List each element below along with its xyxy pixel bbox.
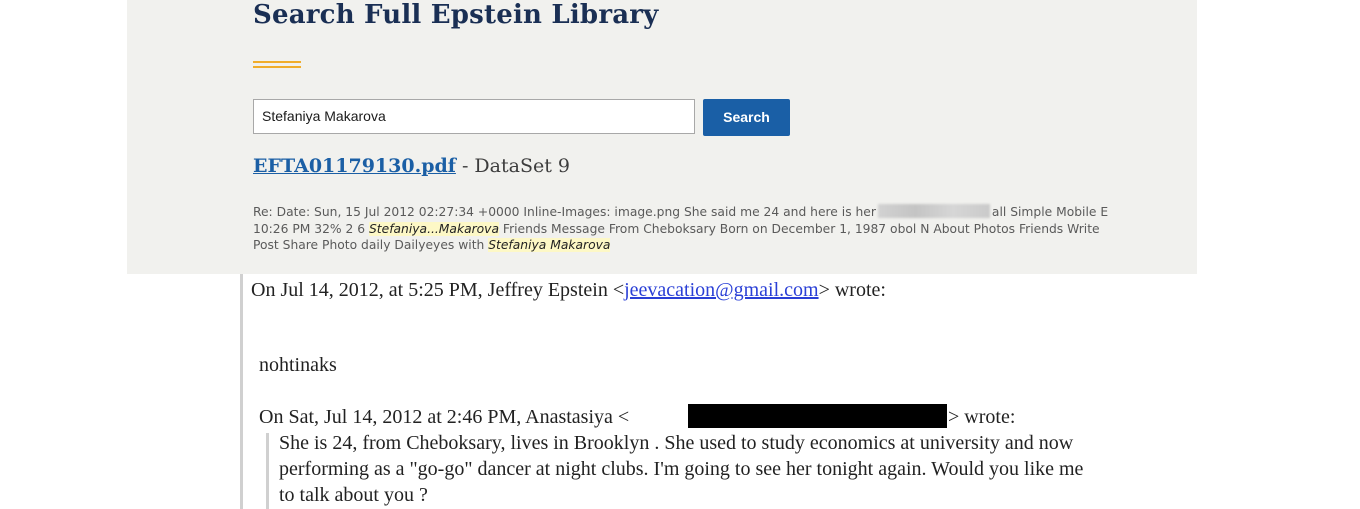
email-reply-text: nohtinaks bbox=[259, 354, 337, 376]
search-panel: Search Full Epstein Library Stefaniya Ma… bbox=[127, 0, 1197, 274]
quote-bar-outer bbox=[240, 274, 243, 509]
snippet-highlight-1: Stefaniya...Makarova bbox=[369, 221, 499, 236]
quote-header-prefix: On Sat, Jul 14, 2012 at 2:46 PM, Anastas… bbox=[259, 406, 630, 428]
snippet-highlight-2: Stefaniya Makarova bbox=[488, 238, 611, 252]
email-header-prefix: On Jul 14, 2012, at 5:25 PM, Jeffrey Eps… bbox=[251, 279, 625, 301]
result-file-link[interactable]: EFTA01179130.pdf bbox=[253, 155, 456, 177]
redaction-block bbox=[688, 404, 947, 428]
search-result-title: EFTA01179130.pdf - DataSet 9 bbox=[253, 155, 570, 177]
result-snippet: Re: Date: Sun, 15 Jul 2012 02:27:34 +000… bbox=[253, 204, 1123, 254]
quote-line-1: She is 24, from Cheboksary, lives in Bro… bbox=[279, 432, 1074, 454]
title-accent-line bbox=[253, 61, 301, 63]
page-title: Search Full Epstein Library bbox=[253, 0, 659, 30]
title-accent-line-2 bbox=[253, 66, 301, 68]
email-header: On Jul 14, 2012, at 5:25 PM, Jeffrey Eps… bbox=[251, 279, 886, 302]
search-button[interactable]: Search bbox=[703, 99, 790, 136]
blurred-redaction bbox=[877, 204, 990, 218]
search-input[interactable]: Stefaniya Makarova bbox=[253, 99, 695, 134]
quote-line-2: performing as a "go-go" dancer at night … bbox=[279, 458, 1084, 480]
quote-line-3: to talk about you ? bbox=[279, 484, 428, 506]
snippet-text-1: Re: Date: Sun, 15 Jul 2012 02:27:34 +000… bbox=[253, 205, 876, 219]
quote-bar-inner bbox=[266, 433, 269, 509]
result-dataset-label: - DataSet 9 bbox=[455, 155, 570, 177]
email-header-suffix: > wrote: bbox=[818, 279, 886, 301]
email-address-link[interactable]: jeevacation@gmail.com bbox=[624, 279, 818, 301]
quote-header-suffix: > wrote: bbox=[948, 406, 1016, 428]
